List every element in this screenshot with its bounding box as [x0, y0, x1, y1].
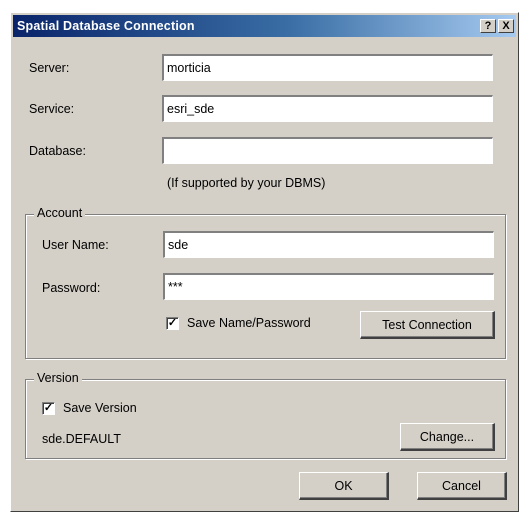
account-legend: Account [34, 206, 86, 220]
save-name-password-checkbox[interactable]: ✓ Save Name/Password [166, 316, 311, 330]
ok-button[interactable]: OK [299, 472, 389, 500]
save-version-checkbox[interactable]: ✓ Save Version [42, 401, 137, 415]
change-version-button[interactable]: Change... [400, 423, 495, 451]
password-label: Password: [42, 281, 101, 295]
save-name-password-label: Save Name/Password [187, 316, 311, 330]
cancel-button[interactable]: Cancel [417, 472, 507, 500]
server-field[interactable] [162, 54, 493, 81]
help-icon[interactable]: ? [480, 19, 496, 33]
test-connection-button[interactable]: Test Connection [360, 311, 495, 339]
version-group: Version ✓ Save Version sde.DEFAULT Chang… [25, 371, 506, 459]
checkbox-check-icon[interactable]: ✓ [42, 401, 55, 415]
spatial-database-connection-dialog: Spatial Database Connection ? X Server: … [10, 12, 519, 512]
save-version-label: Save Version [63, 401, 137, 415]
window-title: Spatial Database Connection [17, 19, 195, 33]
password-field[interactable] [163, 273, 494, 300]
version-legend: Version [34, 371, 82, 385]
current-version-text: sde.DEFAULT [42, 432, 121, 446]
server-label: Server: [29, 61, 70, 75]
service-label: Service: [29, 102, 75, 116]
checkbox-check-icon[interactable]: ✓ [166, 316, 179, 330]
database-field[interactable] [162, 137, 493, 164]
account-group: Account User Name: Password: ✓ Save Name… [25, 206, 506, 359]
service-field[interactable] [162, 95, 493, 122]
database-label: Database: [29, 144, 86, 158]
title-bar: Spatial Database Connection ? X [13, 15, 516, 37]
close-icon[interactable]: X [498, 19, 514, 33]
username-label: User Name: [42, 238, 109, 252]
database-hint: (If supported by your DBMS) [167, 176, 326, 190]
username-field[interactable] [163, 231, 494, 258]
